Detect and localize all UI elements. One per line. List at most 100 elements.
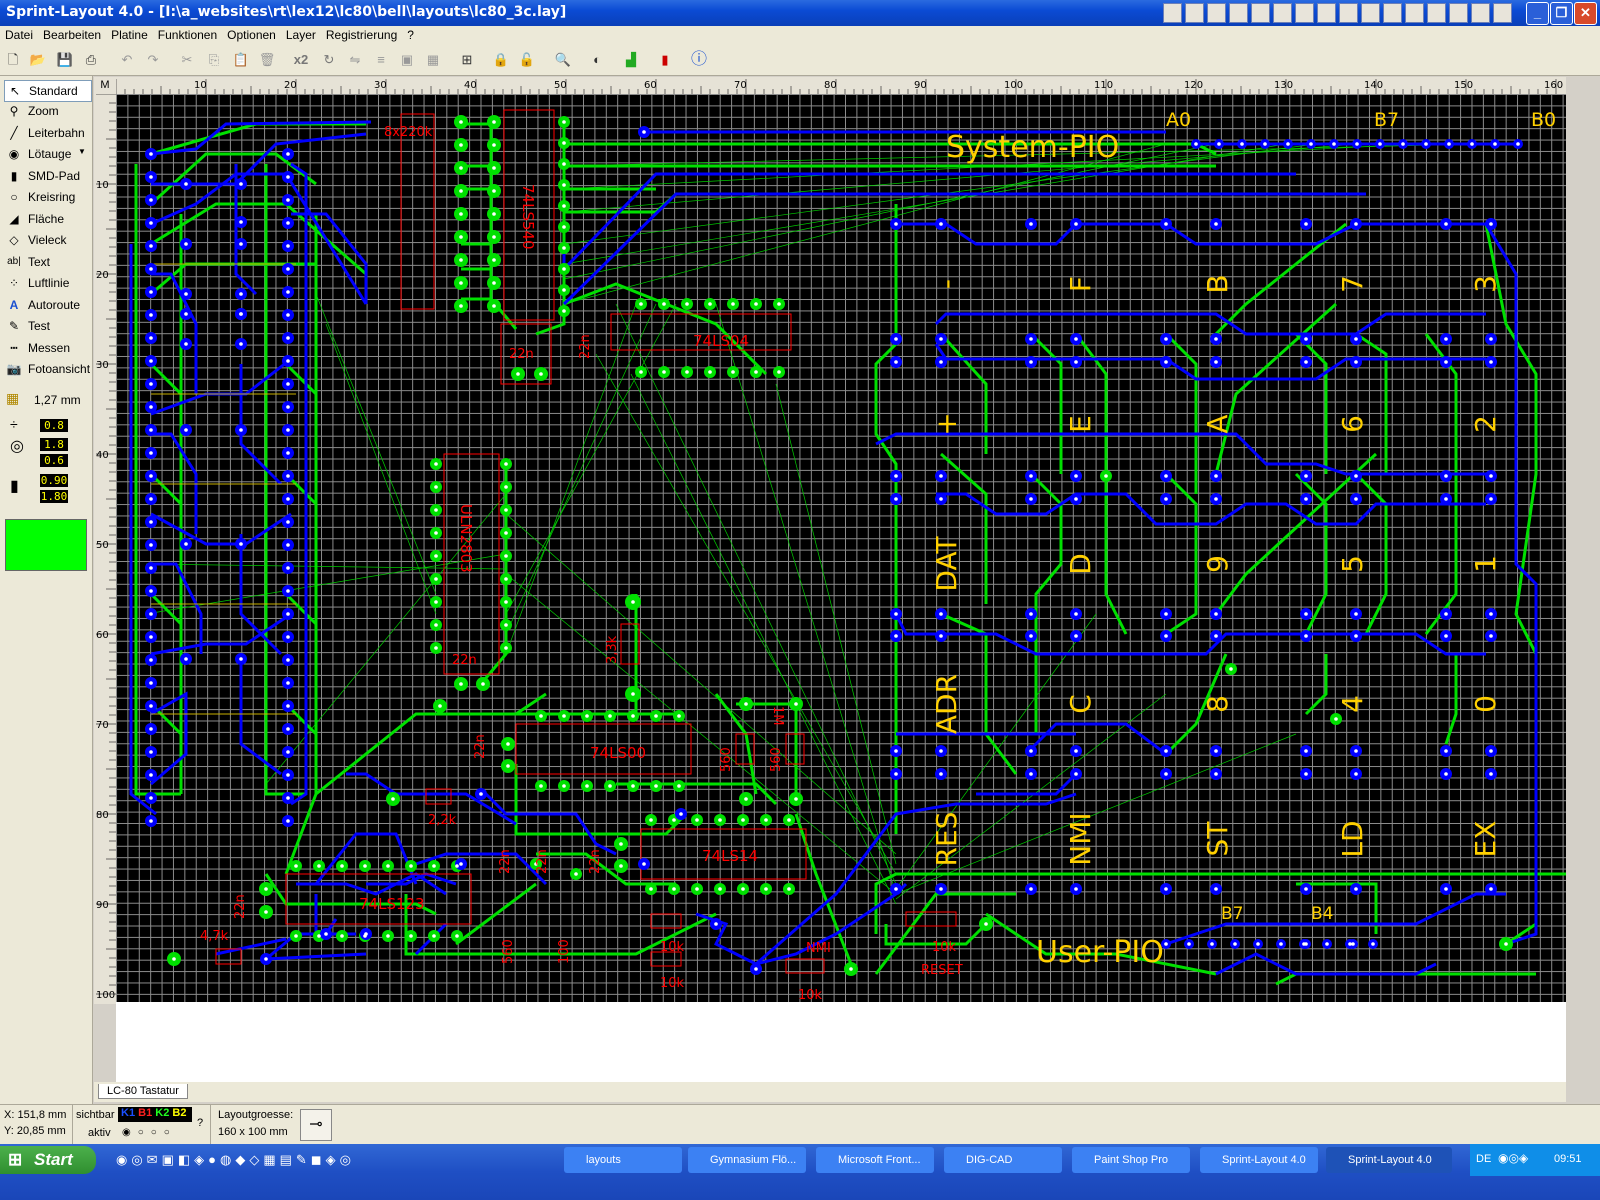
- app-icon[interactable]: [1449, 3, 1468, 23]
- track-width-field[interactable]: 0.8: [40, 419, 68, 432]
- app-icon[interactable]: [1383, 3, 1402, 23]
- canvas-empty-area[interactable]: [116, 1002, 1566, 1082]
- cut-icon[interactable]: ✂: [178, 51, 196, 69]
- save-icon[interactable]: 💾: [56, 51, 74, 69]
- menu-registrierung[interactable]: Registrierung: [321, 26, 402, 42]
- app-icon[interactable]: [1163, 3, 1182, 23]
- menu-help[interactable]: ?: [402, 26, 419, 42]
- component-icon[interactable]: ⊞: [458, 51, 476, 69]
- quick-launch-icons[interactable]: ◉◎✉▣◧◈●◍◆◇▦▤✎◼◈◎: [116, 1152, 355, 1168]
- close-button[interactable]: ✕: [1574, 2, 1597, 25]
- task-sprint1[interactable]: Sprint-Layout 4.0: [1200, 1147, 1318, 1173]
- task-gymnasium[interactable]: Gymnasium Flö...: [688, 1147, 806, 1173]
- lock-icon[interactable]: 🔒: [492, 51, 510, 69]
- tool-luftlinie[interactable]: ⁘ Luftlinie: [4, 273, 90, 293]
- tool-flaeche[interactable]: ◢ Fläche: [4, 209, 90, 229]
- duplicate-icon[interactable]: x2: [292, 51, 310, 69]
- menu-optionen[interactable]: Optionen: [222, 26, 281, 42]
- app-icon[interactable]: [1229, 3, 1248, 23]
- open-folder-icon[interactable]: 📂: [29, 51, 47, 69]
- app-icon[interactable]: [1361, 3, 1380, 23]
- app-icon[interactable]: [1317, 3, 1336, 23]
- app-icon[interactable]: [1405, 3, 1424, 23]
- tool-messen[interactable]: ┅ Messen: [4, 338, 90, 358]
- app-icon[interactable]: [1493, 3, 1512, 23]
- pcb-canvas[interactable]: 8x220k 74LS540 74LS04 ULN2803 74LS00 74L…: [116, 94, 1566, 1002]
- tool-standard[interactable]: ↖ Standard: [4, 80, 92, 102]
- component-library-icon[interactable]: ⊸: [300, 1109, 332, 1141]
- tool-test[interactable]: ✎ Test: [4, 316, 90, 336]
- tool-fotoansicht[interactable]: 📷 Fotoansicht: [4, 359, 91, 379]
- active-layer-color[interactable]: [5, 519, 87, 571]
- pad-outer-field[interactable]: 1.8: [40, 438, 68, 451]
- menu-layer[interactable]: Layer: [281, 26, 321, 42]
- grid-setting[interactable]: ▦ 1,27 mm: [4, 390, 90, 410]
- layer-b1[interactable]: B1: [138, 1107, 152, 1119]
- app-icon[interactable]: [1427, 3, 1446, 23]
- redo-icon[interactable]: ↷: [144, 51, 162, 69]
- app-icon[interactable]: [1295, 3, 1314, 23]
- layer-b2[interactable]: B2: [172, 1107, 186, 1119]
- task-paintshop[interactable]: Paint Shop Pro: [1072, 1147, 1190, 1173]
- layer-k2[interactable]: K2: [155, 1107, 169, 1119]
- ruler-left-label: 40: [96, 450, 109, 461]
- tool-zoom[interactable]: ⚲ Zoom: [4, 101, 90, 121]
- task-sprint2[interactable]: Sprint-Layout 4.0: [1326, 1147, 1452, 1173]
- print-icon[interactable]: ⎙: [82, 51, 100, 69]
- task-layouts[interactable]: layouts: [564, 1147, 682, 1173]
- app-icon[interactable]: [1471, 3, 1490, 23]
- restore-button[interactable]: ❐: [1550, 2, 1573, 25]
- smd-height-field[interactable]: 1.80: [40, 490, 68, 503]
- tool-leiterbahn[interactable]: ╱ Leiterbahn: [4, 123, 90, 143]
- tool-kreisring[interactable]: ○ Kreisring: [4, 187, 90, 207]
- ruler-top-label: 60: [644, 80, 657, 91]
- pad-inner-field[interactable]: 0.6: [40, 454, 68, 467]
- smd-width-field[interactable]: 0.90: [40, 474, 68, 487]
- start-button[interactable]: ⊞ Start: [0, 1146, 96, 1174]
- new-file-icon[interactable]: 🗋: [4, 51, 22, 69]
- task-frontpage[interactable]: Microsoft Front...: [816, 1147, 934, 1173]
- info-icon[interactable]: ⓘ: [690, 51, 708, 69]
- zoom-icon[interactable]: 🔍: [554, 51, 572, 69]
- minimize-button[interactable]: _: [1526, 2, 1549, 25]
- active-layer-radios[interactable]: ◉○○○: [122, 1127, 177, 1138]
- tray-icons[interactable]: ◉◎◈: [1498, 1151, 1528, 1165]
- menu-funktionen[interactable]: Funktionen: [153, 26, 222, 42]
- tool-loetauge[interactable]: ◉ Lötauge ▼: [4, 144, 90, 164]
- help-mark[interactable]: ?: [197, 1117, 203, 1129]
- ic2-label: 74LS04: [693, 332, 749, 350]
- app-icon[interactable]: [1339, 3, 1358, 23]
- ungroup-icon[interactable]: ▦: [424, 51, 442, 69]
- tool-text[interactable]: ab| Text: [4, 252, 90, 272]
- contrast-icon[interactable]: ◐: [588, 51, 606, 69]
- app-icon[interactable]: [1185, 3, 1204, 23]
- tool-autoroute[interactable]: A Autoroute: [4, 295, 90, 315]
- group-icon[interactable]: ▣: [398, 51, 416, 69]
- menu-platine[interactable]: Platine: [106, 26, 153, 42]
- mirror-icon[interactable]: ⇋: [346, 51, 364, 69]
- ruler-corner[interactable]: M: [94, 77, 116, 94]
- task-digcad[interactable]: DIG-CAD: [944, 1147, 1062, 1173]
- delete-icon[interactable]: 🗑: [258, 51, 276, 69]
- ruler-top-label: 110: [1094, 80, 1113, 91]
- copy-icon[interactable]: ⎘: [205, 51, 223, 69]
- layer-k1[interactable]: K1: [118, 1107, 135, 1119]
- tool-smd-pad[interactable]: ▮ SMD-Pad: [4, 166, 90, 186]
- app-icon[interactable]: [1273, 3, 1292, 23]
- menu-datei[interactable]: Datei: [0, 26, 38, 42]
- app-icon[interactable]: [1251, 3, 1270, 23]
- menu-bearbeiten[interactable]: Bearbeiten: [38, 26, 106, 42]
- rotate-icon[interactable]: ↻: [320, 51, 338, 69]
- tool-vieleck[interactable]: ◇ Vieleck: [4, 230, 90, 250]
- undo-icon[interactable]: ↶: [118, 51, 136, 69]
- macro-icon[interactable]: ▮: [656, 51, 674, 69]
- paste-icon[interactable]: 📋: [232, 51, 250, 69]
- chevron-down-icon[interactable]: ▼: [78, 147, 86, 156]
- unlock-icon[interactable]: 🔓: [518, 51, 536, 69]
- app-icon[interactable]: [1207, 3, 1226, 23]
- layer-tab[interactable]: LC-80 Tastatur: [98, 1084, 188, 1099]
- tool-label: Lötauge: [28, 147, 72, 161]
- language-indicator[interactable]: DE: [1476, 1153, 1491, 1165]
- drc-icon[interactable]: ▟: [622, 51, 640, 69]
- align-icon[interactable]: ≡: [372, 51, 390, 69]
